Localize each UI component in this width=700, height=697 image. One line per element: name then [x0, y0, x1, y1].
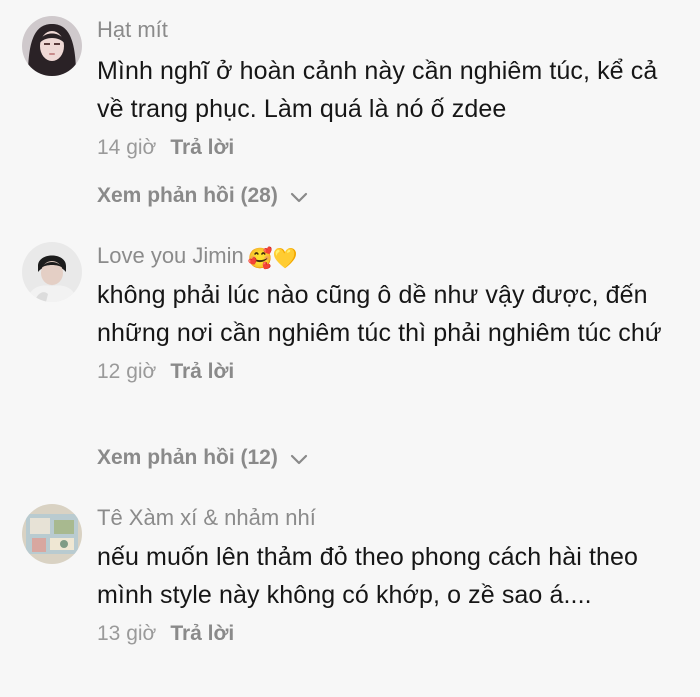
- comment-text: Mình nghĩ ở hoàn cảnh này cần nghiêm túc…: [97, 57, 658, 123]
- comment-time: 13 giờ: [97, 622, 157, 645]
- comment-meta: 13 giờ Trả lời: [97, 620, 690, 648]
- comment-username[interactable]: Love you Jimin 🥰💛: [97, 242, 690, 270]
- comment-meta: 14 giờ Trả lời: [97, 134, 690, 162]
- comment-text: nếu muốn lên thảm đỏ theo phong cách hài…: [97, 543, 639, 609]
- comment-time: 12 giờ: [97, 360, 157, 383]
- view-replies-button[interactable]: Xem phản hồi (28): [97, 182, 308, 210]
- comment-username[interactable]: Tê Xàm xí & nhảm nhí: [97, 504, 690, 532]
- comment-text: không phải lúc nào cũng ô dề như vậy đượ…: [97, 281, 662, 347]
- reply-button[interactable]: Trả lời: [170, 622, 234, 645]
- view-replies-label: Xem phản hồi (12): [97, 446, 278, 469]
- view-replies-button[interactable]: Xem phản hồi (12): [97, 444, 308, 472]
- avatar[interactable]: [22, 242, 82, 302]
- comment-time: 14 giờ: [97, 136, 157, 159]
- emoji-icon: 🥰💛: [247, 248, 298, 270]
- view-replies-label: Xem phản hồi (28): [97, 184, 278, 207]
- comment-username[interactable]: Hạt mít: [97, 16, 690, 44]
- chevron-down-icon: [290, 192, 307, 203]
- chevron-down-icon: [290, 454, 307, 465]
- avatar[interactable]: [22, 504, 82, 564]
- avatar[interactable]: [22, 16, 82, 76]
- comment-meta: 12 giờ Trả lời: [97, 358, 690, 386]
- reply-button[interactable]: Trả lời: [170, 136, 234, 159]
- reply-button[interactable]: Trả lời: [170, 360, 234, 383]
